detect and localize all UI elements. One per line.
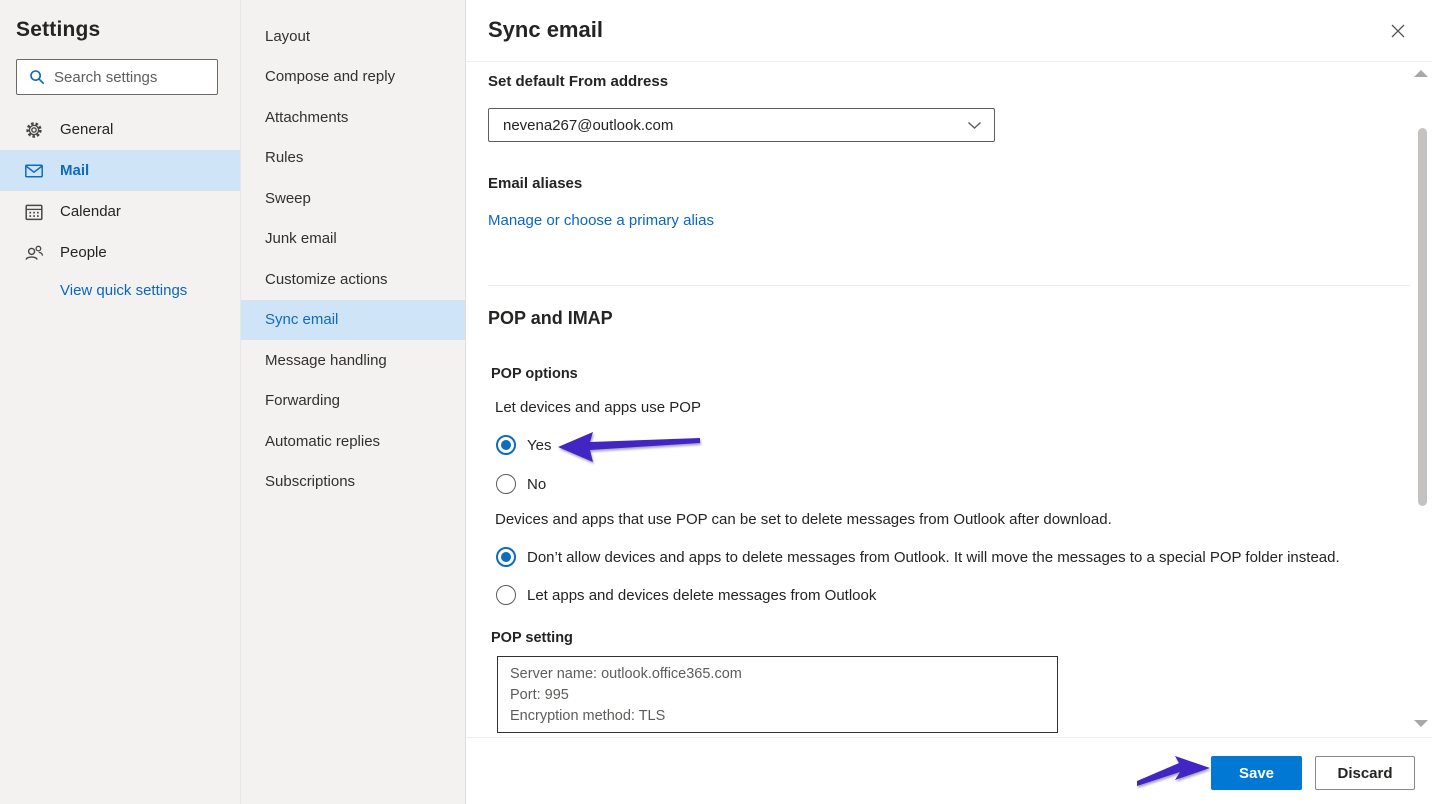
mail-icon	[24, 161, 44, 181]
sidebar-item-general[interactable]: General	[0, 109, 240, 150]
let-delete-option: Let apps and devices delete messages fro…	[496, 585, 876, 605]
sidebar-item-label: Mail	[60, 162, 89, 179]
settings-sidebar: Settings General	[0, 0, 240, 804]
panel-title: Sync email	[488, 17, 603, 43]
menu-item-message-handling[interactable]: Message handling	[241, 340, 465, 381]
close-icon[interactable]	[1388, 21, 1408, 41]
scrollbar-down-arrow-icon[interactable]	[1414, 720, 1428, 727]
header-divider	[466, 61, 1432, 62]
manage-alias-link[interactable]: Manage or choose a primary alias	[488, 212, 714, 229]
menu-item-rules[interactable]: Rules	[241, 138, 465, 179]
default-from-label: Set default From address	[488, 73, 668, 90]
section-divider	[488, 285, 1410, 286]
menu-item-automatic-replies[interactable]: Automatic replies	[241, 421, 465, 462]
sync-email-panel: Sync email Set default From address neve…	[466, 0, 1432, 804]
server-name-line: Server name: outlook.office365.com	[510, 664, 1045, 685]
settings-dialog: Settings General	[0, 0, 1432, 804]
people-icon	[24, 243, 44, 263]
settings-title: Settings	[0, 0, 240, 42]
pop-yes-option: Yes	[496, 435, 551, 455]
gear-icon	[24, 120, 44, 140]
mail-settings-menu: Layout Compose and reply Attachments Rul…	[240, 0, 466, 804]
radio-let-delete[interactable]	[496, 585, 516, 605]
menu-item-sync-email[interactable]: Sync email	[241, 300, 465, 341]
footer-bar: Save Discard	[466, 737, 1432, 804]
pop-options-label: POP options	[491, 366, 578, 382]
scrollbar-up-arrow-icon[interactable]	[1414, 70, 1428, 77]
radio-dont-allow-delete[interactable]	[496, 547, 516, 567]
settings-nav: General Mail	[0, 109, 240, 273]
from-address-dropdown[interactable]: nevena267@outlook.com	[488, 108, 995, 142]
menu-item-subscriptions[interactable]: Subscriptions	[241, 462, 465, 503]
radio-let-delete-label: Let apps and devices delete messages fro…	[527, 587, 876, 604]
server-encryption-line: Encryption method: TLS	[510, 706, 1045, 727]
pop-imap-heading: POP and IMAP	[488, 308, 613, 329]
pop-delete-question: Devices and apps that use POP can be set…	[495, 511, 1112, 528]
sidebar-item-mail[interactable]: Mail	[0, 150, 240, 191]
discard-button[interactable]: Discard	[1315, 756, 1415, 790]
save-button[interactable]: Save	[1211, 756, 1302, 790]
radio-yes[interactable]	[496, 435, 516, 455]
menu-item-layout[interactable]: Layout	[241, 16, 465, 57]
view-quick-settings-link[interactable]: View quick settings	[60, 282, 187, 299]
email-aliases-label: Email aliases	[488, 175, 582, 192]
search-settings-box[interactable]	[16, 59, 218, 95]
scrollbar-thumb[interactable]	[1418, 128, 1427, 506]
radio-yes-label: Yes	[527, 437, 551, 454]
sidebar-item-label: Calendar	[60, 203, 121, 220]
dont-allow-delete-option: Don’t allow devices and apps to delete m…	[496, 547, 1340, 567]
menu-item-compose-and-reply[interactable]: Compose and reply	[241, 57, 465, 98]
menu-item-junk-email[interactable]: Junk email	[241, 219, 465, 260]
calendar-icon	[24, 202, 44, 222]
search-icon	[29, 69, 45, 85]
server-port-line: Port: 995	[510, 685, 1045, 706]
pop-no-option: No	[496, 474, 546, 494]
radio-no-label: No	[527, 476, 546, 493]
radio-no[interactable]	[496, 474, 516, 494]
menu-item-customize-actions[interactable]: Customize actions	[241, 259, 465, 300]
from-address-value: nevena267@outlook.com	[503, 117, 967, 134]
sidebar-item-calendar[interactable]: Calendar	[0, 191, 240, 232]
menu-item-sweep[interactable]: Sweep	[241, 178, 465, 219]
sidebar-item-label: General	[60, 121, 113, 138]
sidebar-item-people[interactable]: People	[0, 232, 240, 273]
pop-setting-box: Server name: outlook.office365.com Port:…	[497, 656, 1058, 733]
menu-item-attachments[interactable]: Attachments	[241, 97, 465, 138]
sidebar-item-label: People	[60, 244, 107, 261]
annotation-arrow-save	[1134, 754, 1212, 794]
annotation-arrow-yes	[556, 429, 702, 465]
use-pop-label: Let devices and apps use POP	[495, 399, 701, 416]
menu-item-forwarding[interactable]: Forwarding	[241, 381, 465, 422]
search-input[interactable]	[54, 69, 253, 86]
radio-dont-allow-delete-label: Don’t allow devices and apps to delete m…	[527, 549, 1340, 566]
pop-setting-label: POP setting	[491, 630, 573, 646]
chevron-down-icon	[967, 121, 982, 130]
